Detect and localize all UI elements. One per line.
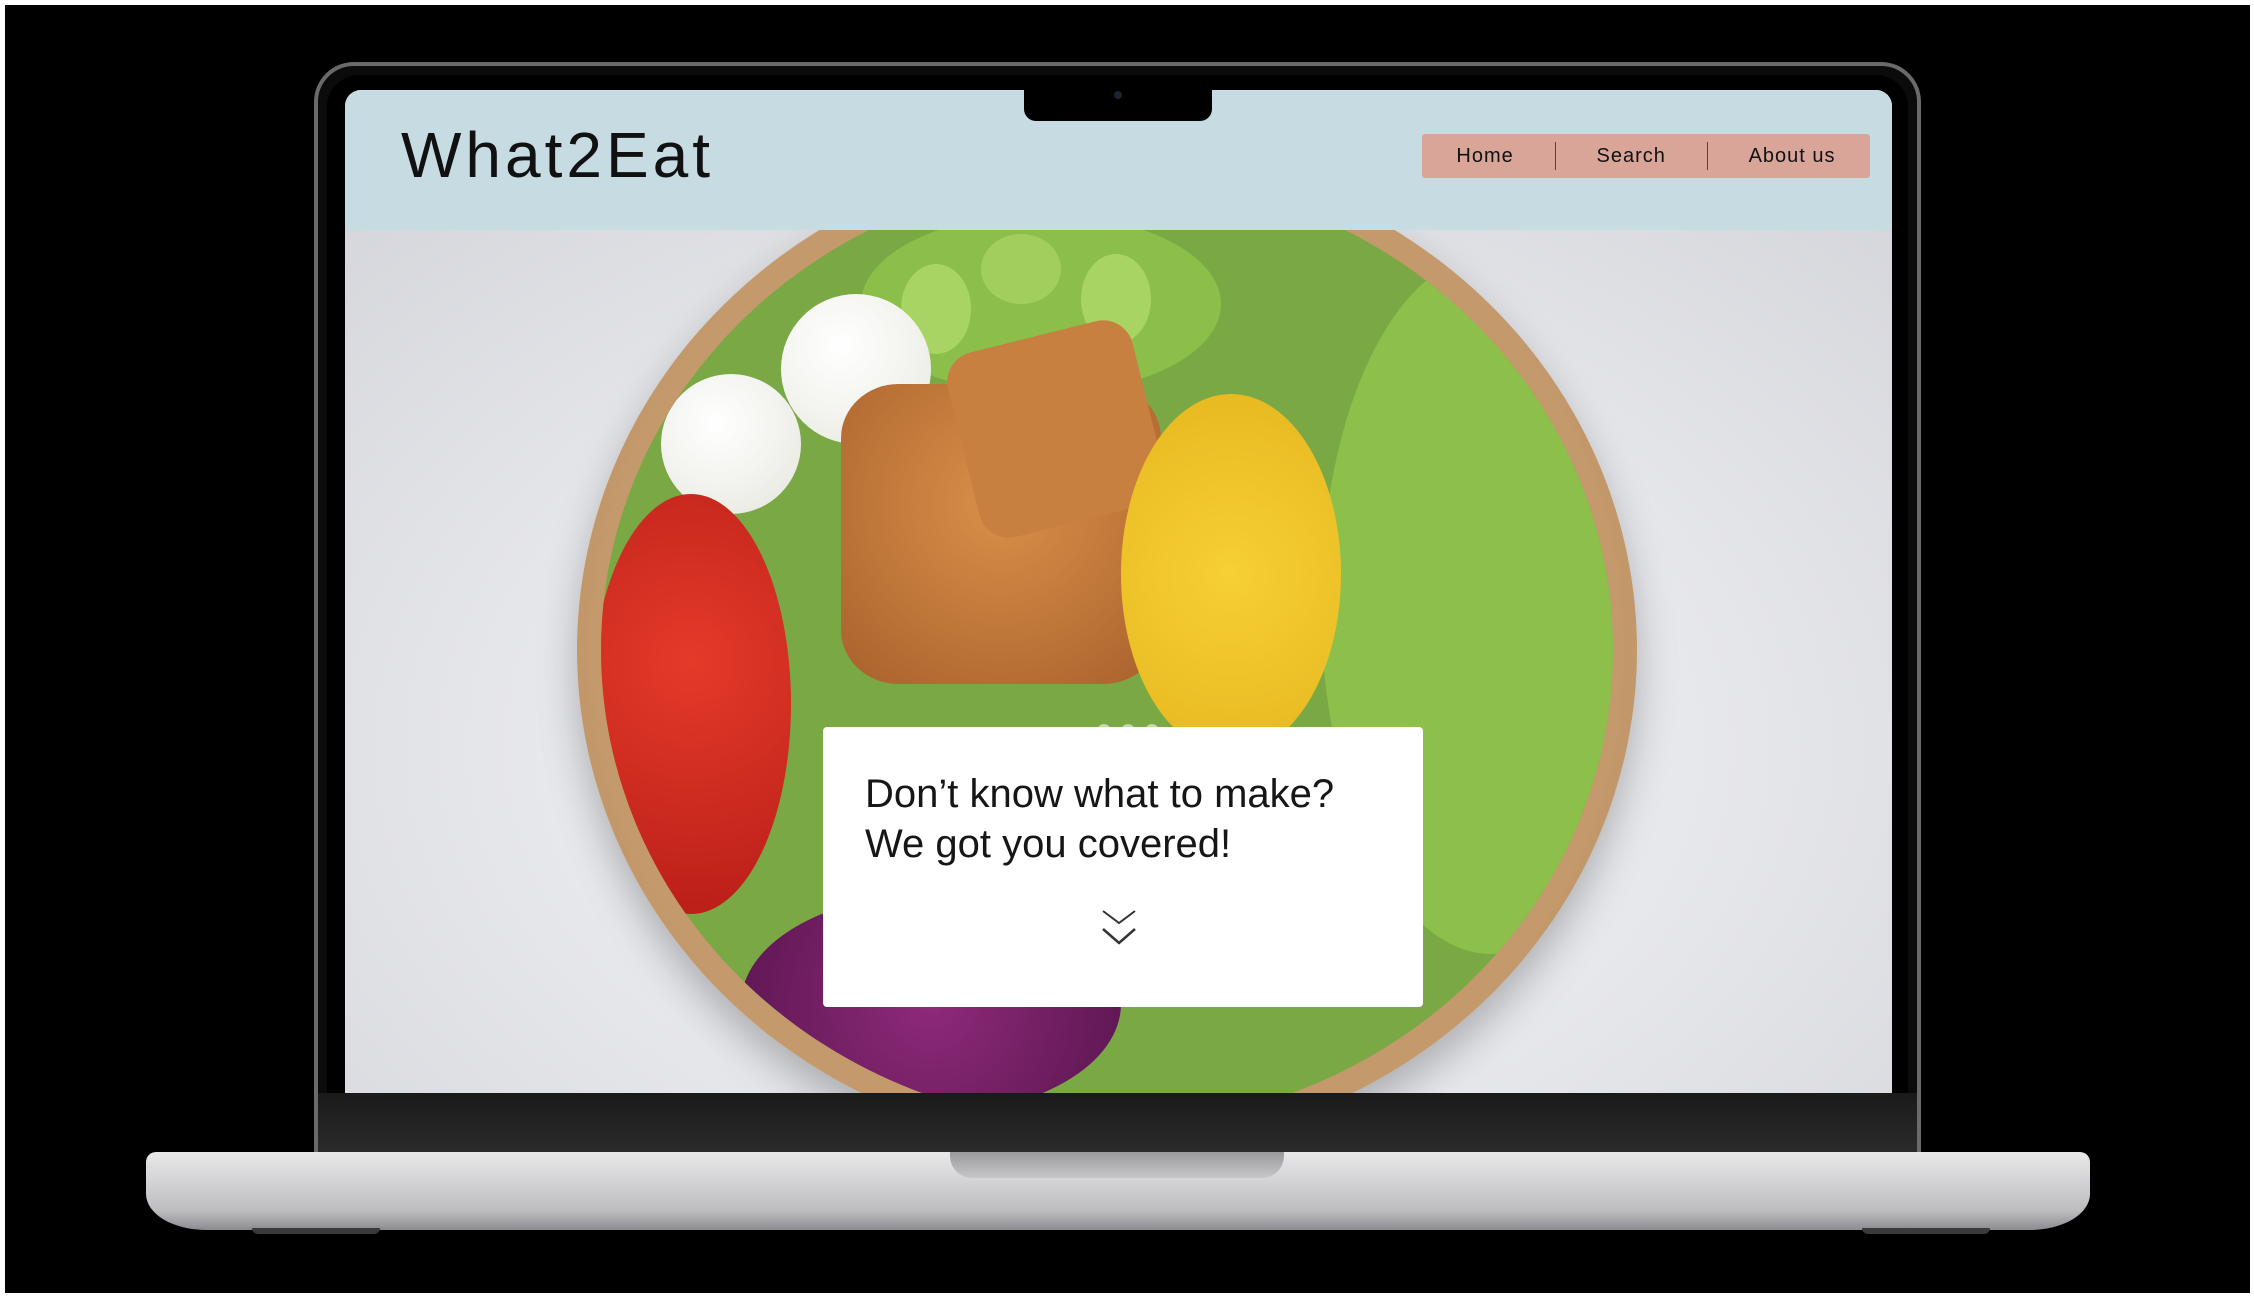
carousel-dot[interactable] <box>1097 724 1111 738</box>
nav-divider <box>1554 142 1556 170</box>
hero-card: Don’t know what to make? We got you cove… <box>823 727 1423 1007</box>
carousel-dots <box>1097 724 1159 738</box>
camera-icon <box>1114 91 1122 99</box>
hero-tagline-line2: We got you covered! <box>865 822 1232 866</box>
laptop-screen: What2Eat Home Search About us Don’t know… <box>345 90 1892 1093</box>
hero-section: Don’t know what to make? We got you cove… <box>345 150 1892 1093</box>
carousel-dot[interactable] <box>1121 724 1135 738</box>
laptop-opening-groove <box>950 1152 1284 1178</box>
nav-search-link[interactable]: Search <box>1597 145 1666 168</box>
double-chevron-down-icon[interactable] <box>1099 905 1139 951</box>
carousel-dot[interactable] <box>1145 724 1159 738</box>
main-nav: Home Search About us <box>1422 134 1870 178</box>
site-logo[interactable]: What2Eat <box>401 118 714 192</box>
hero-tagline-line1: Don’t know what to make? <box>865 772 1335 816</box>
nav-home-link[interactable]: Home <box>1456 145 1513 168</box>
hero-tagline: Don’t know what to make? We got you cove… <box>865 769 1334 869</box>
nav-divider <box>1706 142 1708 170</box>
laptop-foot-right <box>1862 1228 1990 1234</box>
nav-about-link[interactable]: About us <box>1749 145 1836 168</box>
laptop-chin <box>318 1093 1917 1153</box>
laptop-foot-left <box>252 1228 380 1234</box>
